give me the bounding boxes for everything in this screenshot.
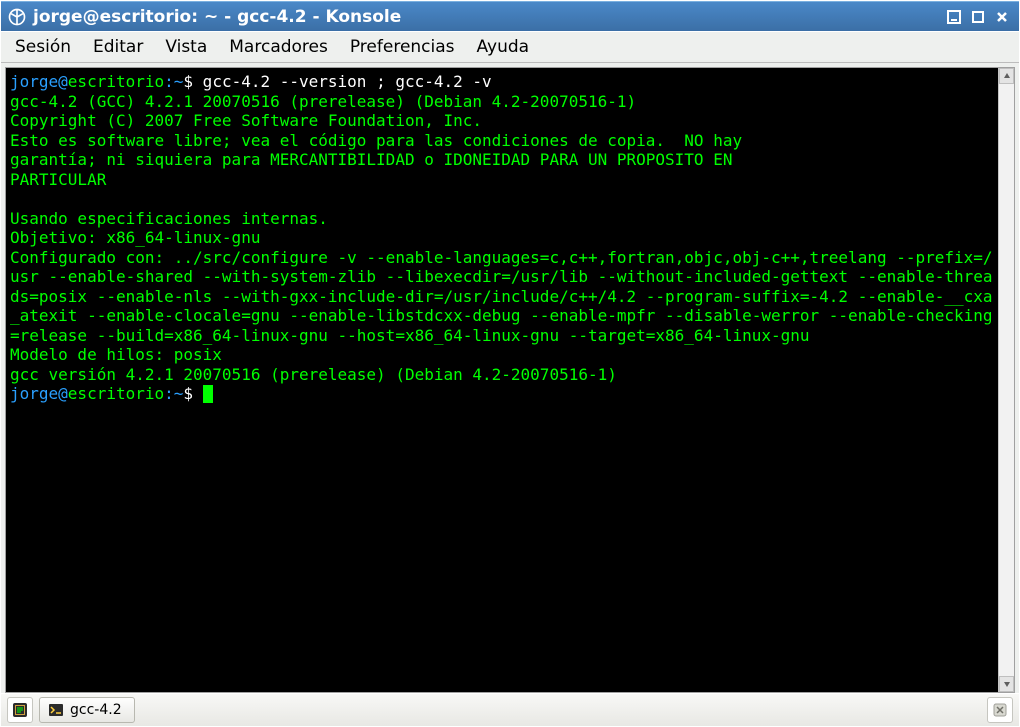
cursor — [203, 385, 213, 403]
scrollbar[interactable] — [998, 68, 1014, 692]
command-text: gcc-4.2 --version ; gcc-4.2 -v — [193, 72, 492, 91]
close-tab-button[interactable] — [987, 697, 1013, 723]
tab-label: gcc-4.2 — [70, 702, 122, 718]
window-title: jorge@escritorio: ~ - gcc-4.2 - Konsole — [33, 7, 943, 27]
prompt2-user: jorge@ — [10, 384, 68, 403]
maximize-icon[interactable] — [967, 6, 989, 28]
scroll-up-icon[interactable] — [999, 68, 1014, 84]
prompt-dollar: $ — [183, 72, 193, 91]
titlebar[interactable]: jorge@escritorio: ~ - gcc-4.2 - Konsole — [1, 1, 1019, 31]
menu-bookmarks[interactable]: Marcadores — [229, 37, 328, 57]
app-icon — [7, 7, 27, 27]
tab-gcc[interactable]: gcc-4.2 — [39, 697, 135, 723]
menu-edit[interactable]: Editar — [93, 37, 143, 57]
terminal-container: jorge@escritorio:~$ gcc-4.2 --version ; … — [5, 67, 1015, 693]
terminal[interactable]: jorge@escritorio:~$ gcc-4.2 --version ; … — [6, 68, 998, 692]
menubar: Sesión Editar Vista Marcadores Preferenc… — [1, 31, 1019, 63]
menu-preferences[interactable]: Preferencias — [350, 37, 455, 57]
scroll-down-icon[interactable] — [999, 676, 1014, 692]
prompt2-path: ~ — [174, 384, 184, 403]
konsole-window: jorge@escritorio: ~ - gcc-4.2 - Konsole … — [0, 0, 1020, 727]
prompt2-colon: : — [164, 384, 174, 403]
prompt-path: ~ — [174, 72, 184, 91]
prompt2-dollar: $ — [183, 384, 193, 403]
scroll-track[interactable] — [999, 84, 1014, 676]
window-controls — [943, 6, 1013, 28]
prompt2-host: escritorio — [68, 384, 164, 403]
menu-session[interactable]: Sesión — [15, 37, 71, 57]
close-icon[interactable] — [991, 6, 1013, 28]
prompt-colon: : — [164, 72, 174, 91]
minimize-icon[interactable] — [943, 6, 965, 28]
menu-view[interactable]: Vista — [165, 37, 207, 57]
menu-help[interactable]: Ayuda — [477, 37, 530, 57]
prompt-user: jorge@ — [10, 72, 68, 91]
terminal-output: gcc-4.2 (GCC) 4.2.1 20070516 (prerelease… — [10, 92, 993, 384]
terminal-icon — [48, 702, 64, 718]
taskbar: gcc-4.2 — [1, 693, 1019, 726]
new-tab-button[interactable] — [7, 697, 33, 723]
prompt-host: escritorio — [68, 72, 164, 91]
